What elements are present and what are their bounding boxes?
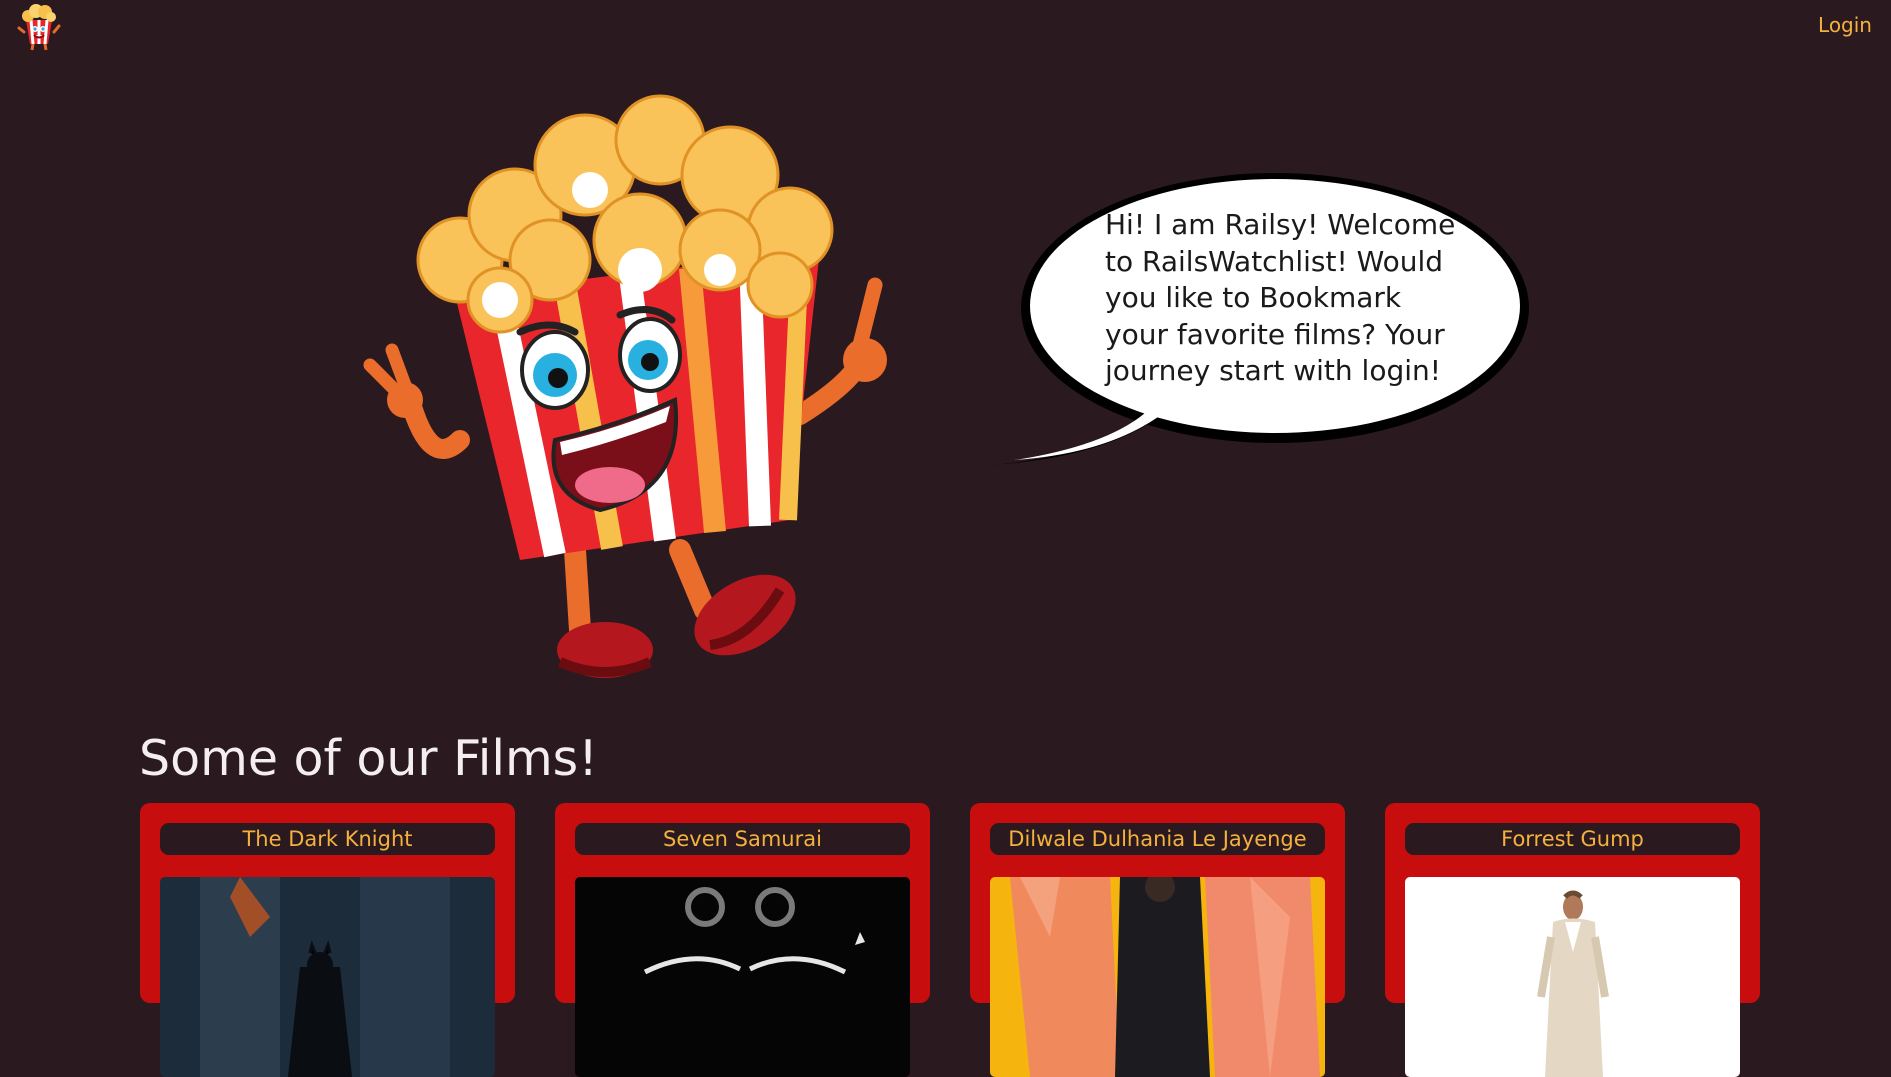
film-card[interactable]: Dilwale Dulhania Le Jayenge xyxy=(970,803,1345,1077)
film-title[interactable]: Forrest Gump xyxy=(1405,823,1740,855)
forrest-gump-poster-icon[interactable] xyxy=(1405,877,1740,1077)
film-card[interactable]: The Dark Knight xyxy=(140,803,515,1077)
film-title[interactable]: The Dark Knight xyxy=(160,823,495,855)
popcorn-logo-icon[interactable] xyxy=(16,2,62,52)
section-title: Some of our Films! xyxy=(139,730,598,787)
film-card[interactable]: Seven Samurai xyxy=(555,803,930,1077)
popcorn-mascot-icon xyxy=(350,70,930,690)
navbar: Login xyxy=(0,0,1891,56)
speech-bubble-text: Hi! I am Railsy! Welcome to RailsWatchli… xyxy=(1105,208,1456,387)
seven-samurai-poster-icon[interactable] xyxy=(575,877,910,1077)
film-title[interactable]: Dilwale Dulhania Le Jayenge xyxy=(990,823,1325,855)
film-title[interactable]: Seven Samurai xyxy=(575,823,910,855)
login-link[interactable]: Login xyxy=(1818,13,1872,37)
dark-knight-poster-icon[interactable] xyxy=(160,877,495,1077)
ddlj-poster-icon[interactable] xyxy=(990,877,1325,1077)
film-card[interactable]: Forrest Gump xyxy=(1385,803,1760,1077)
